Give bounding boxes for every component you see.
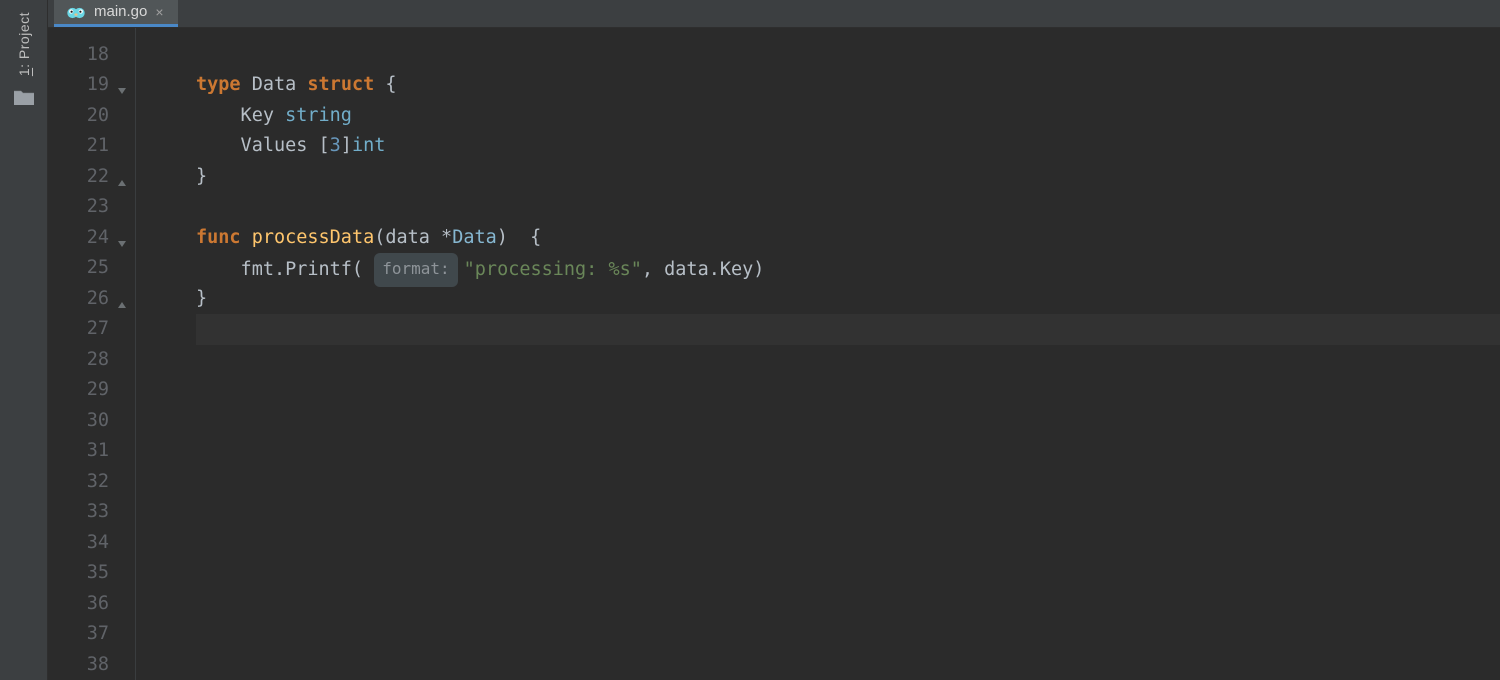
code-token: Data: [452, 227, 497, 248]
fold-close-icon[interactable]: [114, 291, 128, 305]
code-line[interactable]: [196, 192, 1500, 223]
go-file-icon: [66, 2, 86, 22]
line-number: 28: [48, 345, 109, 376]
line-number: 31: [48, 436, 109, 467]
code-line[interactable]: [196, 314, 1500, 345]
fold-open-icon[interactable]: [114, 77, 128, 91]
code-line[interactable]: Values [3]int: [196, 131, 1500, 162]
line-number: 32: [48, 467, 109, 498]
code-token: , data.Key): [642, 259, 765, 280]
close-icon[interactable]: ×: [155, 4, 163, 20]
code-line[interactable]: [196, 40, 1500, 71]
line-number: 36: [48, 589, 109, 620]
code-token: string: [285, 105, 352, 126]
line-number: 23: [48, 192, 109, 223]
code-line[interactable]: [196, 589, 1500, 620]
code-area[interactable]: type Data struct { Key string Values [3]…: [136, 28, 1500, 680]
code-token: Data: [252, 74, 308, 95]
code-line[interactable]: Key string: [196, 101, 1500, 132]
code-line[interactable]: [196, 497, 1500, 528]
code-line[interactable]: }: [196, 284, 1500, 315]
code-line[interactable]: [196, 406, 1500, 437]
line-number: 29: [48, 375, 109, 406]
code-token: Key: [196, 105, 285, 126]
code-token: ) {: [497, 227, 542, 248]
parameter-hint: format:: [374, 253, 457, 287]
line-number: 19: [48, 70, 109, 101]
code-line[interactable]: fmt.Printf( format: "processing: %s", dat…: [196, 253, 1500, 284]
line-number: 20: [48, 101, 109, 132]
line-number: 34: [48, 528, 109, 559]
line-number: 25: [48, 253, 109, 284]
code-line[interactable]: [196, 436, 1500, 467]
code-token: type: [196, 74, 252, 95]
line-number: 33: [48, 497, 109, 528]
code-line[interactable]: [196, 375, 1500, 406]
line-number: 26: [48, 284, 109, 315]
editor-tab-main-go[interactable]: main.go ×: [54, 0, 178, 27]
line-number: 37: [48, 619, 109, 650]
line-number: 18: [48, 40, 109, 71]
code-token: ]: [341, 135, 352, 156]
line-number: 24: [48, 223, 109, 254]
line-number-gutter: 1819202122232425262728293031323334353637…: [48, 28, 136, 680]
line-number: 35: [48, 558, 109, 589]
code-token: "processing: %s": [464, 259, 642, 280]
code-token: 3: [330, 135, 341, 156]
project-mnemonic: 1: [16, 68, 32, 76]
code-editor[interactable]: 1819202122232425262728293031323334353637…: [48, 28, 1500, 680]
code-token: int: [352, 135, 385, 156]
code-line[interactable]: [196, 619, 1500, 650]
line-number: 38: [48, 650, 109, 680]
line-number: 21: [48, 131, 109, 162]
code-token: }: [196, 288, 207, 309]
code-line[interactable]: [196, 467, 1500, 498]
fold-open-icon[interactable]: [114, 230, 128, 244]
tab-filename: main.go: [94, 3, 147, 20]
folder-icon[interactable]: [13, 88, 35, 106]
project-tool-button[interactable]: 1: Project: [16, 12, 32, 76]
line-number: 30: [48, 406, 109, 437]
main-column: main.go × 181920212223242526272829303132…: [48, 0, 1500, 680]
fold-close-icon[interactable]: [114, 169, 128, 183]
code-token: }: [196, 166, 207, 187]
line-number: 27: [48, 314, 109, 345]
code-line[interactable]: [196, 650, 1500, 680]
code-line[interactable]: [196, 558, 1500, 589]
code-token: {: [374, 74, 396, 95]
code-line[interactable]: }: [196, 162, 1500, 193]
code-token: func: [196, 227, 252, 248]
editor-tab-bar: main.go ×: [48, 0, 1500, 28]
code-line[interactable]: [196, 345, 1500, 376]
app-root: 1: Project: [0, 0, 1500, 680]
code-token: Values [: [196, 135, 330, 156]
code-token: processData: [252, 227, 375, 248]
code-line[interactable]: type Data struct {: [196, 70, 1500, 101]
current-line-highlight: [196, 314, 1500, 345]
line-number: 22: [48, 162, 109, 193]
code-line[interactable]: func processData(data *Data) {: [196, 223, 1500, 254]
project-label-text: : Project: [16, 12, 32, 68]
code-token: fmt.Printf(: [196, 259, 374, 280]
code-token: struct: [307, 74, 374, 95]
tool-strip: 1: Project: [0, 0, 48, 680]
code-line[interactable]: [196, 528, 1500, 559]
code-token: (data *: [374, 227, 452, 248]
